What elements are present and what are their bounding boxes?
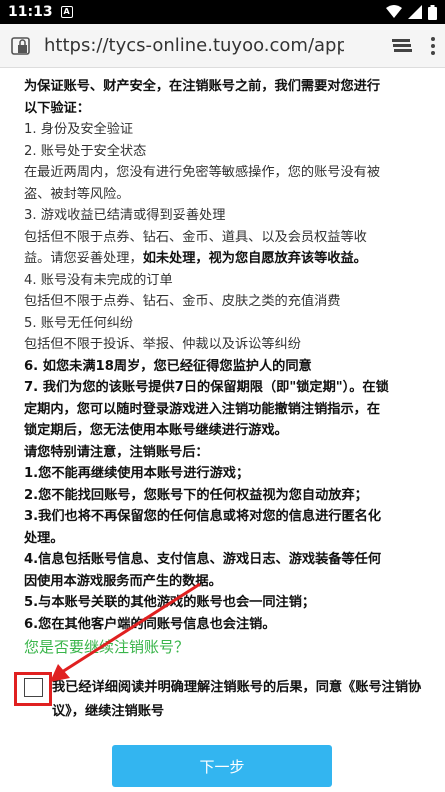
agreement-text[interactable]: 我已经详细阅读并明确理解注销账号的后果，同意《账号注销协议》，继续注销账号: [52, 676, 432, 724]
terms-line: 锁定期后，您无法使用本账号继续进行游戏。: [24, 423, 288, 438]
terms-line: 1.您不能再继续使用本账号进行游戏；: [24, 466, 250, 481]
terms-line: 2.您不能找回账号，您账号下的任何权益视为您自动放弃；: [24, 487, 368, 503]
confirm-question: 您是否要继续注销账号？: [24, 638, 190, 656]
terms-line: 因使用本游戏服务而产生的数据。: [24, 573, 222, 589]
terms-line: 益。请您妥善处理，如未处理，视为您自愿放弃该等收益。: [24, 248, 424, 270]
terms-line: 包括但不限于投诉、举报、仲裁以及诉讼等纠纷: [24, 337, 301, 352]
terms-line: 4. 账号没有未完成的订单: [24, 272, 173, 288]
terms-line-normal: 益。请您妥善处理，: [24, 251, 143, 266]
terms-line: 6.您在其他客户端的同账号信息也会注销。: [24, 616, 276, 632]
terms-line: 在最近两周内，您没有进行免密等敏感操作，您的账号没有被: [24, 165, 381, 180]
terms-line: 包括但不限于点券、钻石、金币、皮肤之类的充值消费: [24, 294, 341, 309]
terms-line: 请您特别请注意，注销账号后：: [24, 444, 209, 460]
lock-icon: [11, 36, 30, 55]
terms-content: 为保证账号、财产安全，在注销账号之前，我们需要对您进行 以下验证： 1. 身份及安全…: [24, 76, 424, 661]
terms-line: 定期内，您可以随时登录游戏进入注销功能撤销注销指示，在: [24, 401, 381, 417]
terms-line: 5. 账号无任何纠纷: [24, 315, 134, 331]
wifi-icon: [386, 5, 402, 18]
terms-line: 3. 游戏收益已结清或得到妥善处理: [24, 208, 226, 223]
battery-icon: [428, 4, 437, 20]
terms-line: 以下验证：: [24, 100, 90, 116]
tabs-icon[interactable]: [391, 37, 413, 55]
terms-line: 3.我们也将不再保留您的任何信息或将对您的信息进行匿名化: [24, 509, 382, 524]
agree-checkbox[interactable]: [24, 678, 43, 697]
terms-line: 5.与本账号关联的其他游戏的账号也会一同注销；: [24, 595, 316, 610]
status-time: 11:13: [8, 4, 53, 20]
notification-icon: A: [60, 6, 73, 18]
terms-line: 2. 账号处于安全状态: [24, 143, 147, 159]
status-indicators: [386, 4, 437, 20]
terms-line: 4.信息包括账号信息、支付信息、游戏日志、游戏装备等任何: [24, 552, 382, 567]
terms-line: 6. 如您未满18周岁，您已经征得您监护人的同意: [24, 358, 312, 374]
terms-line: 处理。: [24, 530, 64, 546]
url-field[interactable]: https://tycs-online.tuyoo.com/appCa: [44, 35, 344, 56]
terms-line-bold: 如未处理，视为您自愿放弃该等收益。: [142, 251, 367, 266]
signal-icon: [408, 5, 422, 19]
terms-line: 1. 身份及安全验证: [24, 122, 134, 137]
browser-toolbar: https://tycs-online.tuyoo.com/appCa: [0, 24, 445, 68]
next-step-button[interactable]: 下一步: [112, 745, 332, 787]
terms-line: 盗、被封等风险。: [24, 186, 130, 202]
agreement-row: 我已经详细阅读并明确理解注销账号的后果，同意《账号注销协议》，继续注销账号: [12, 670, 437, 730]
terms-line: 为保证账号、财产安全，在注销账号之前，我们需要对您进行: [24, 79, 381, 94]
terms-line: 7. 我们为您的该账号提供7日的保留期限（即"锁定期"）。在锁: [24, 380, 389, 395]
terms-line: 包括但不限于点券、钻石、金币、道具、以及会员权益等收: [24, 229, 367, 245]
status-bar: 11:13 A: [0, 0, 445, 24]
more-menu-icon[interactable]: [431, 36, 435, 55]
